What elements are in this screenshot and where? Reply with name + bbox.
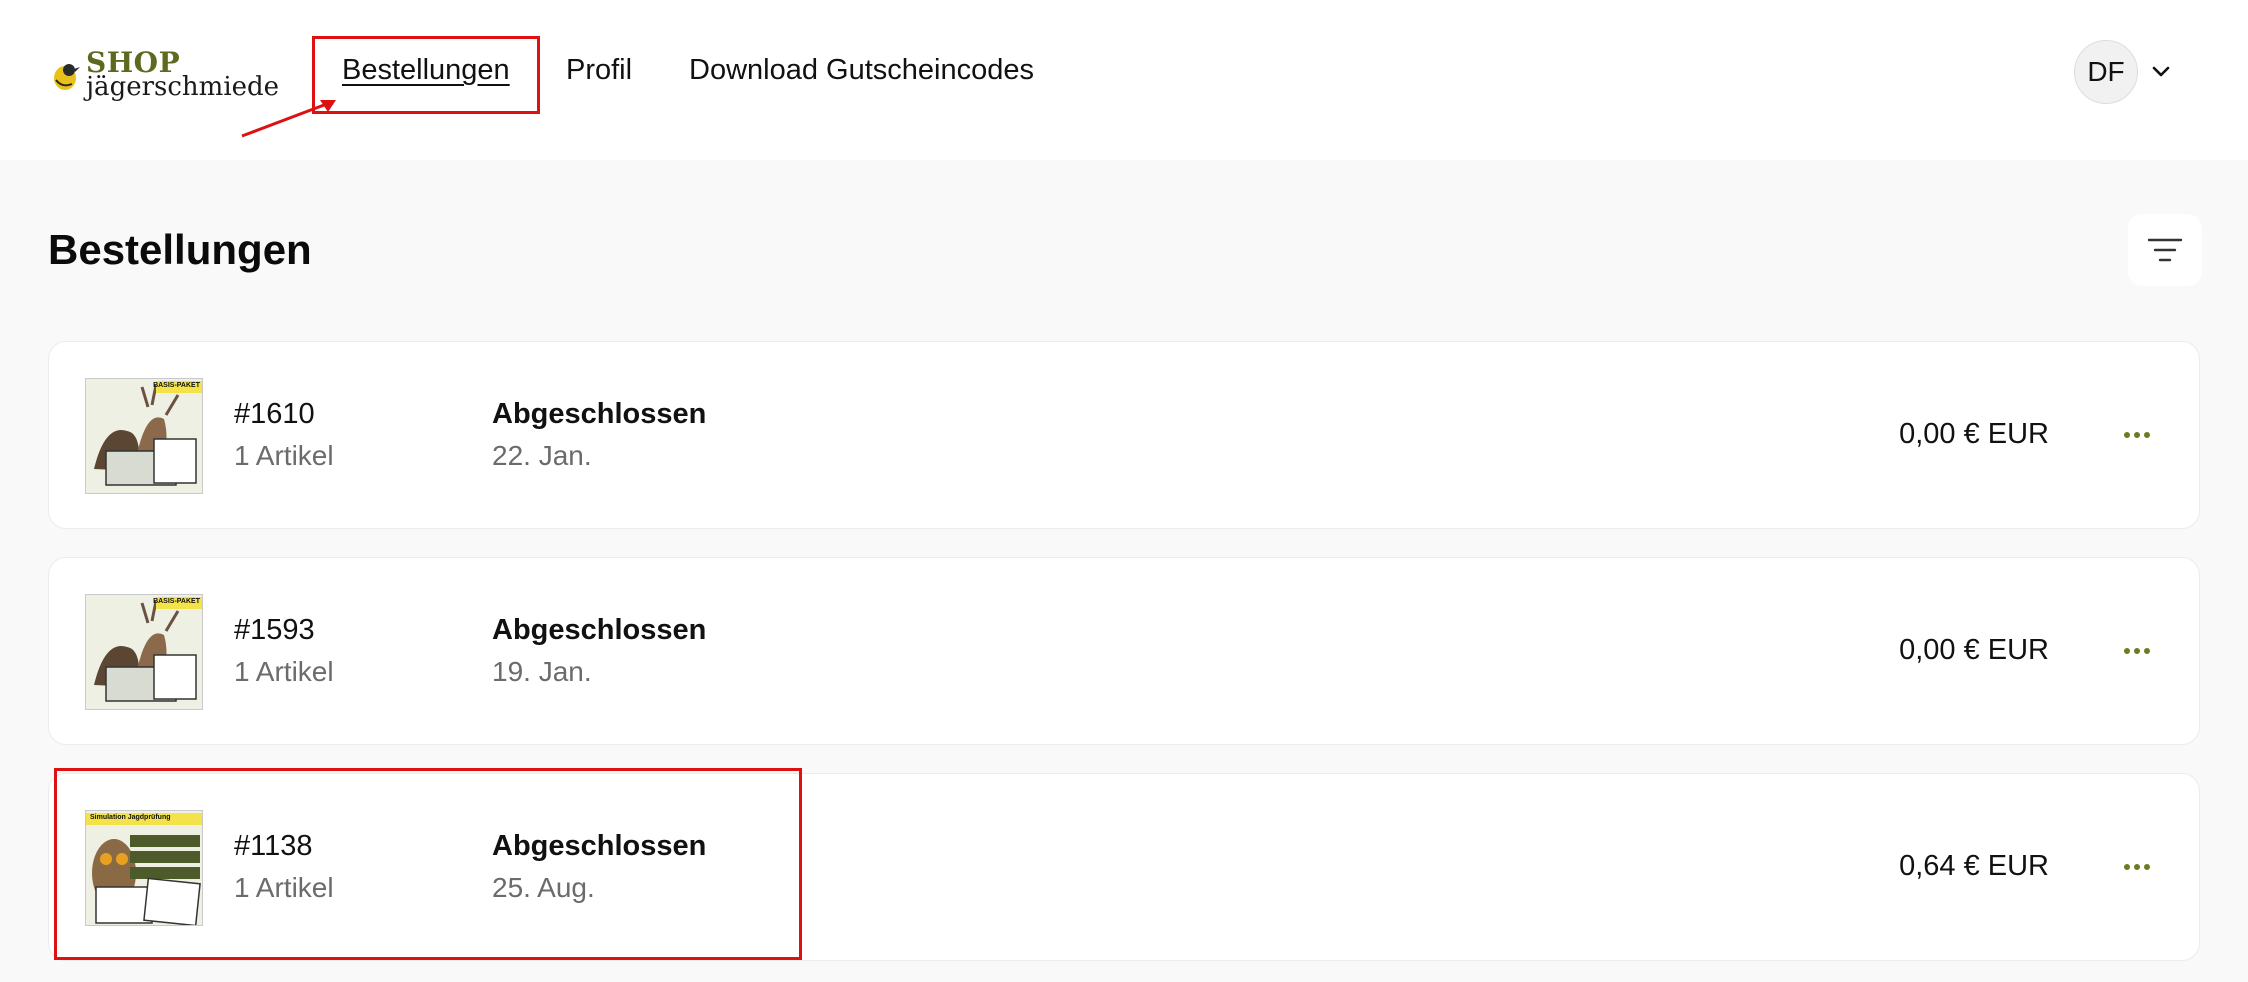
order-product-thumbnail: BASIS-PAKET	[85, 594, 203, 710]
account-avatar[interactable]: DF	[2074, 40, 2138, 104]
page-title: Bestellungen	[48, 226, 312, 273]
order-item-count: 1 Artikel	[234, 440, 334, 471]
dot	[2124, 864, 2130, 870]
order-card[interactable]: BASIS-PAKET #1610 1 Artikel Abgeschlosse…	[48, 341, 2200, 529]
chevron-down-icon[interactable]	[2150, 60, 2172, 82]
nav-link-orders[interactable]: Bestellungen	[342, 54, 510, 87]
order-total: 0,00 € EUR	[1899, 634, 2049, 666]
order-status: Abgeschlossen	[492, 398, 707, 430]
order-more-options-button[interactable]	[2117, 852, 2157, 882]
order-more-options-button[interactable]	[2117, 420, 2157, 450]
order-card[interactable]: Simulation Jagdprüfung #1138 1 Artikel A…	[48, 773, 2200, 961]
order-number: #1138	[234, 830, 313, 862]
shop-logo[interactable]: SHOP jägerschmiede	[50, 46, 279, 106]
thumbnail-badge: BASIS-PAKET	[153, 382, 200, 389]
order-product-thumbnail: BASIS-PAKET	[85, 378, 203, 494]
dot	[2134, 864, 2140, 870]
top-navigation-bar: SHOP jägerschmiede Bestellungen Profil D…	[0, 0, 2248, 160]
dot	[2144, 864, 2150, 870]
order-total: 0,64 € EUR	[1899, 850, 2049, 882]
dot	[2124, 432, 2130, 438]
order-product-thumbnail: Simulation Jagdprüfung	[85, 810, 203, 926]
order-date: 25. Aug.	[492, 872, 595, 903]
dot	[2134, 648, 2140, 654]
nav-link-profile[interactable]: Profil	[566, 54, 632, 87]
order-item-count: 1 Artikel	[234, 872, 334, 903]
thumbnail-badge: BASIS-PAKET	[153, 598, 200, 605]
order-date: 22. Jan.	[492, 440, 592, 471]
order-item-count: 1 Artikel	[234, 656, 334, 687]
order-number: #1610	[234, 398, 315, 430]
product-image-icon	[86, 811, 202, 925]
avatar-initials: DF	[2087, 56, 2125, 87]
thumbnail-badge: Simulation Jagdprüfung	[90, 814, 171, 821]
logo-brand-name: jägerschmiede	[86, 72, 280, 102]
product-image-icon	[86, 379, 202, 493]
dot	[2124, 648, 2130, 654]
filter-lines-icon	[2147, 238, 2183, 262]
order-date: 19. Jan.	[492, 656, 592, 687]
product-image-icon	[86, 595, 202, 709]
order-more-options-button[interactable]	[2117, 636, 2157, 666]
nav-link-download-vouchers[interactable]: Download Gutscheincodes	[689, 54, 1034, 87]
dot	[2144, 432, 2150, 438]
dot	[2144, 648, 2150, 654]
order-number: #1593	[234, 614, 315, 646]
order-status: Abgeschlossen	[492, 614, 707, 646]
order-status: Abgeschlossen	[492, 830, 707, 862]
order-total: 0,00 € EUR	[1899, 418, 2049, 450]
filter-button[interactable]	[2128, 214, 2202, 286]
dot	[2134, 432, 2140, 438]
order-card[interactable]: BASIS-PAKET #1593 1 Artikel Abgeschlosse…	[48, 557, 2200, 745]
bird-logo-icon	[54, 64, 80, 90]
